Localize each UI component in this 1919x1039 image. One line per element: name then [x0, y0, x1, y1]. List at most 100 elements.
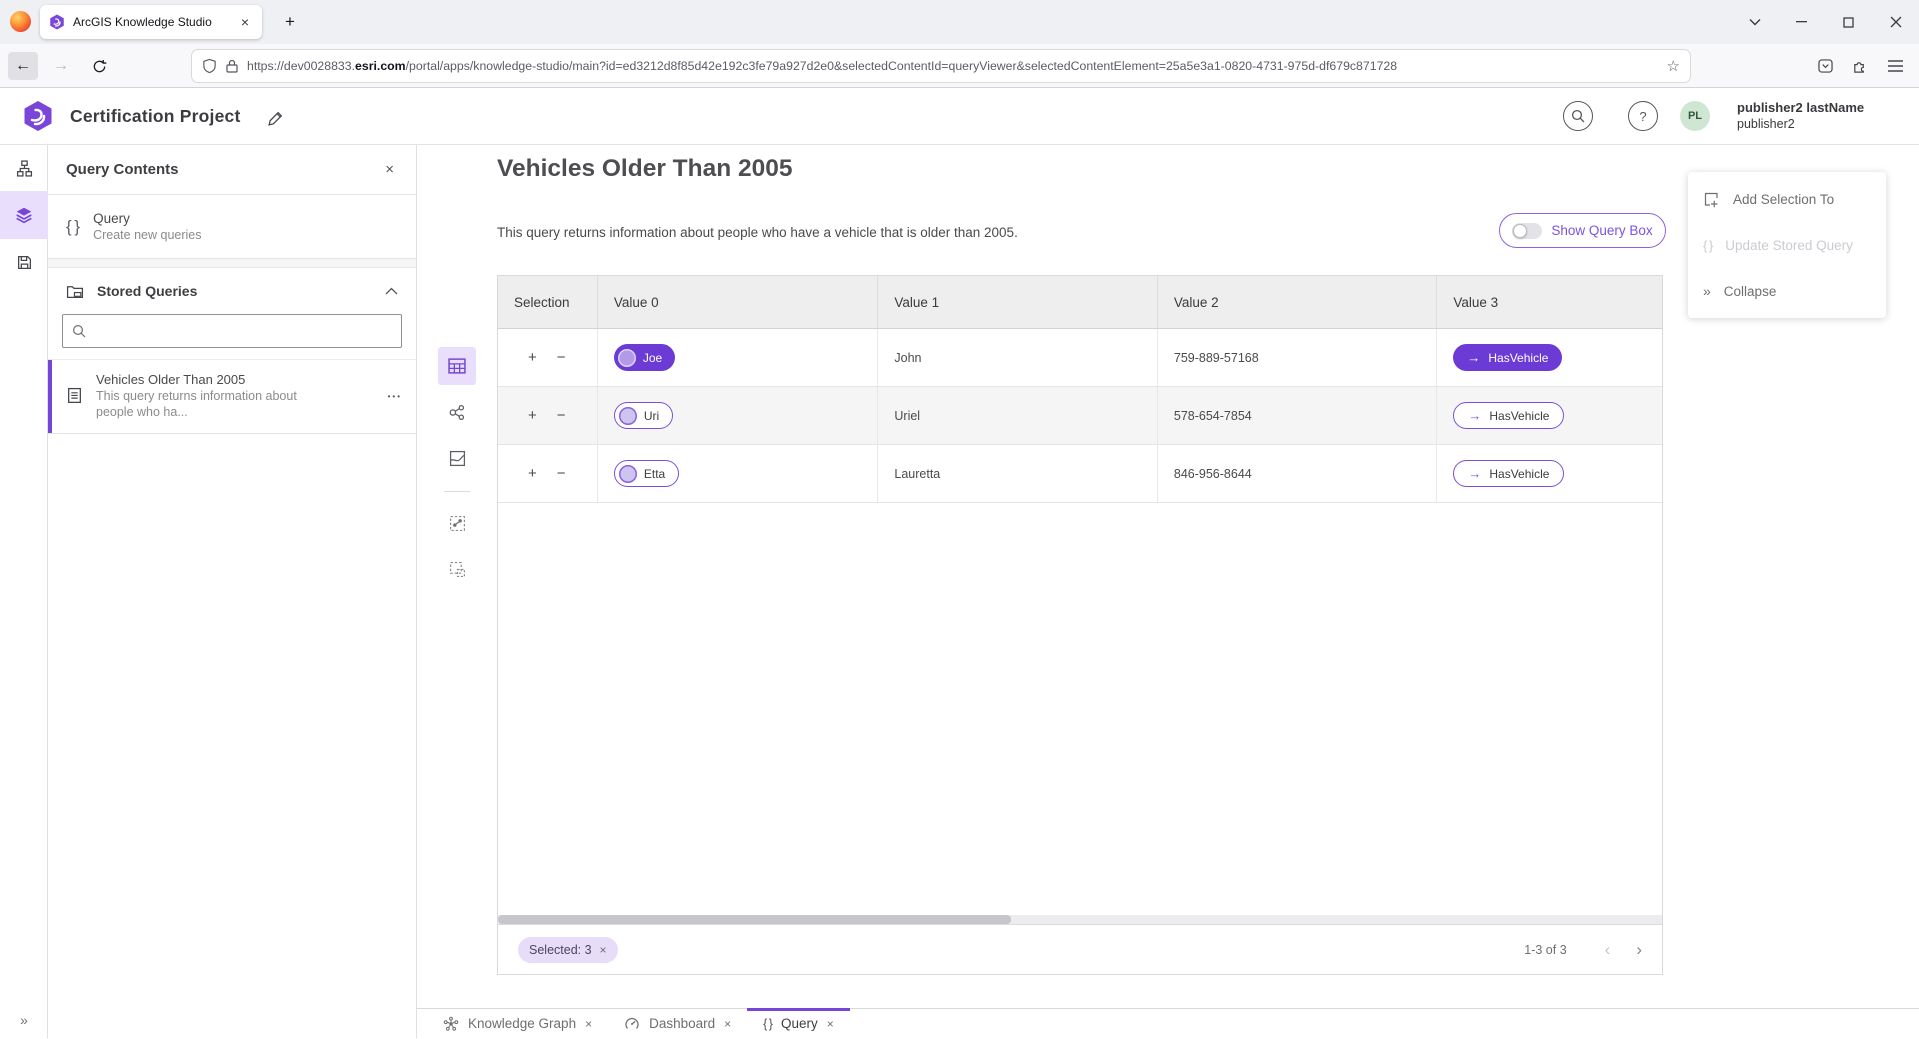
tab-dashboard[interactable]: Dashboard ×: [608, 1009, 747, 1039]
tab-label: Query: [781, 1016, 818, 1031]
tab-close-icon[interactable]: ×: [724, 1017, 731, 1031]
tab-close-icon[interactable]: ×: [237, 14, 253, 30]
rail-save-button[interactable]: [0, 239, 48, 285]
chevron-up-icon[interactable]: [385, 287, 398, 295]
menu-item-add-selection-to[interactable]: Add Selection To: [1688, 176, 1886, 222]
table-cell: John: [878, 329, 1158, 386]
user-username: publisher2: [1737, 116, 1864, 132]
query-viewer: Vehicles Older Than 2005 This query retu…: [417, 145, 1919, 1008]
browser-tab-bar: ArcGIS Knowledge Studio × +: [0, 0, 1919, 44]
list-tabs-icon[interactable]: [1731, 0, 1778, 44]
firefox-icon[interactable]: [10, 11, 31, 32]
tab-close-icon[interactable]: ×: [585, 1017, 592, 1031]
table-row: + − Uri Uriel 578-654-7854 →HasVehicle: [498, 387, 1662, 445]
previous-page-icon[interactable]: ‹: [1605, 940, 1611, 960]
add-selection-icon: [1703, 191, 1720, 208]
menu-hamburger-icon[interactable]: [1880, 52, 1910, 80]
add-to-link-chart-button[interactable]: [438, 504, 476, 542]
project-title: Certification Project: [70, 106, 240, 127]
stored-queries-header[interactable]: Stored Queries: [48, 268, 416, 313]
user-menu[interactable]: publisher2 lastName publisher2: [1737, 100, 1864, 132]
toolbar-divider: [444, 491, 470, 492]
table-view-button[interactable]: [438, 347, 476, 385]
add-selection-button[interactable]: +: [528, 350, 537, 365]
lock-icon[interactable]: [226, 59, 238, 73]
panel-close-icon[interactable]: ×: [381, 159, 398, 180]
table-row: + − Joe John 759-889-57168 →HasVehicle: [498, 329, 1662, 387]
tab-close-icon[interactable]: ×: [827, 1017, 834, 1031]
panel-title: Query Contents: [66, 161, 381, 178]
forward-button[interactable]: →: [46, 52, 76, 80]
rail-contents-button[interactable]: [0, 191, 48, 239]
tab-query[interactable]: { } Query ×: [747, 1009, 850, 1039]
relationship-pill[interactable]: →HasVehicle: [1453, 344, 1562, 371]
table-cell: 846-956-8644: [1158, 445, 1438, 502]
toggle-switch[interactable]: [1512, 223, 1542, 239]
entity-icon: [619, 407, 637, 425]
clear-selection-icon[interactable]: ×: [600, 943, 607, 957]
remove-selection-button[interactable]: −: [557, 350, 566, 365]
tab-label: Dashboard: [649, 1016, 715, 1031]
bookmark-star-icon[interactable]: ☆: [1667, 57, 1680, 75]
selected-count-chip[interactable]: Selected: 3 ×: [518, 937, 618, 963]
rail-hierarchy-button[interactable]: [0, 145, 48, 191]
arrow-icon: →: [1468, 408, 1481, 423]
add-selection-button[interactable]: +: [528, 466, 537, 481]
remove-selection-button[interactable]: −: [557, 466, 566, 481]
entity-pill[interactable]: Etta: [614, 460, 679, 487]
rail-expand-button[interactable]: »: [0, 1008, 48, 1032]
double-chevron-right-icon: »: [1703, 283, 1711, 299]
horizontal-scrollbar: [498, 915, 1662, 924]
query-create-item[interactable]: { } Query Create new queries: [48, 195, 416, 259]
url-bar[interactable]: https://dev0028833.esri.com/portal/apps/…: [192, 50, 1690, 82]
entity-pill[interactable]: Uri: [614, 402, 673, 429]
back-button[interactable]: ←: [8, 52, 38, 80]
item-options-icon[interactable]: •••: [388, 392, 402, 401]
reload-button[interactable]: [84, 52, 114, 80]
entity-pill[interactable]: Joe: [614, 344, 675, 371]
remove-selection-button[interactable]: −: [557, 408, 566, 423]
selection-tool-button[interactable]: [438, 550, 476, 588]
maximize-button[interactable]: [1825, 0, 1872, 44]
tab-knowledge-graph[interactable]: Knowledge Graph ×: [427, 1009, 608, 1039]
avatar[interactable]: PL: [1680, 101, 1710, 131]
add-selection-button[interactable]: +: [528, 408, 537, 423]
page-title: Vehicles Older Than 2005: [497, 155, 793, 183]
layers-icon: [15, 206, 33, 224]
show-query-box-toggle[interactable]: Show Query Box: [1499, 213, 1666, 248]
edit-title-button[interactable]: [264, 107, 286, 129]
search-icon: [1571, 109, 1585, 123]
folder-icon: [66, 283, 84, 299]
next-page-icon[interactable]: ›: [1636, 940, 1642, 960]
search-button[interactable]: [1563, 101, 1593, 131]
link-chart-button[interactable]: [438, 393, 476, 431]
app-header: Certification Project ? PL publisher2 la…: [0, 88, 1919, 145]
content-tabs-bar: Knowledge Graph × Dashboard × { } Query …: [417, 1008, 1919, 1038]
map-view-button[interactable]: [438, 439, 476, 477]
menu-item-update-stored-query: { } Update Stored Query: [1688, 222, 1886, 268]
table-row: + − Etta Lauretta 846-956-8644 →HasVehic…: [498, 445, 1662, 503]
pocket-icon[interactable]: [1810, 52, 1840, 80]
table-header-row: Selection Value 0 Value 1 Value 2 Value …: [498, 276, 1662, 329]
close-window-button[interactable]: [1872, 0, 1919, 44]
menu-item-collapse[interactable]: » Collapse: [1688, 268, 1886, 314]
minimize-button[interactable]: [1778, 0, 1825, 44]
search-input[interactable]: [94, 324, 392, 339]
tracking-shield-icon[interactable]: [202, 58, 217, 74]
arrow-icon: →: [1467, 350, 1480, 365]
stored-query-item[interactable]: Vehicles Older Than 2005 This query retu…: [48, 359, 416, 434]
relationship-pill[interactable]: →HasVehicle: [1453, 460, 1564, 487]
help-button[interactable]: ?: [1628, 101, 1658, 131]
stored-queries-search[interactable]: [62, 314, 402, 348]
relationship-pill[interactable]: →HasVehicle: [1453, 402, 1564, 429]
extensions-puzzle-icon[interactable]: [1844, 52, 1874, 80]
column-header: Value 1: [878, 276, 1158, 328]
new-tab-button[interactable]: +: [276, 8, 304, 36]
map-icon: [449, 450, 466, 467]
browser-tab[interactable]: ArcGIS Knowledge Studio ×: [40, 5, 262, 39]
show-query-box-label: Show Query Box: [1551, 223, 1652, 238]
arcgis-logo: [22, 100, 54, 132]
stored-query-title: Vehicles Older Than 2005: [96, 371, 332, 388]
table-footer: Selected: 3 × 1-3 of 3 ‹ ›: [498, 924, 1662, 974]
scrollbar-thumb[interactable]: [498, 915, 1011, 924]
